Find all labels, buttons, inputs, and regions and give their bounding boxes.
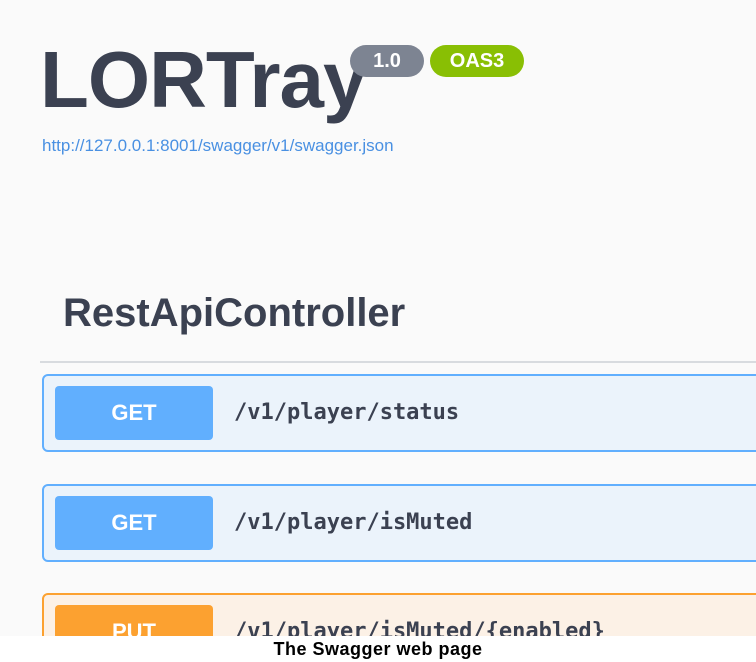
method-badge: GET: [55, 386, 213, 440]
section-title[interactable]: RestApiController: [63, 288, 405, 338]
spec-url-link[interactable]: http://127.0.0.1:8001/swagger/v1/swagger…: [42, 135, 394, 157]
operation-get-player-ismuted[interactable]: GET /v1/player/isMuted: [42, 484, 756, 562]
method-badge: GET: [55, 496, 213, 550]
method-badge: PUT: [55, 605, 213, 636]
api-title: LORTray: [40, 35, 367, 124]
operation-put-player-ismuted[interactable]: PUT /v1/player/isMuted/{enabled}: [42, 593, 756, 636]
operation-path: /v1/player/isMuted/{enabled}: [234, 619, 605, 636]
version-badge: 1.0: [350, 45, 424, 77]
operation-path: /v1/player/status: [234, 400, 460, 425]
oas-badge: OAS3: [430, 45, 524, 77]
figure-caption: The Swagger web page: [273, 639, 483, 659]
operation-get-player-status[interactable]: GET /v1/player/status: [42, 374, 756, 452]
swagger-page: LORTray 1.0 OAS3 http://127.0.0.1:8001/s…: [0, 0, 756, 636]
section-divider: [40, 361, 756, 363]
operation-path: /v1/player/isMuted: [234, 510, 473, 535]
